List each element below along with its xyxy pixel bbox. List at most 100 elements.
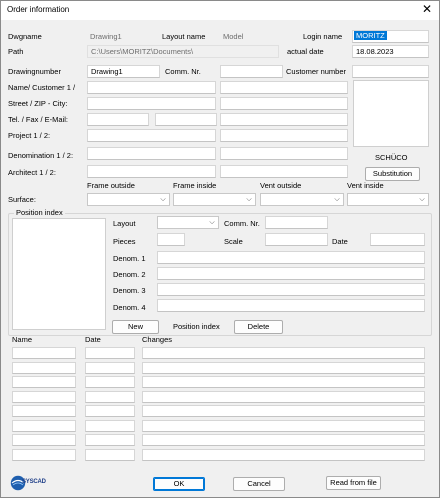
pieces-field[interactable] bbox=[157, 233, 185, 246]
login-field[interactable]: MORITZ bbox=[352, 30, 429, 43]
changes-name-cell[interactable] bbox=[12, 361, 76, 374]
vent-inside-label: Vent inside bbox=[347, 181, 384, 190]
changes-name-cell[interactable] bbox=[12, 405, 76, 417]
position-index-list[interactable] bbox=[12, 218, 106, 330]
denom3-field[interactable] bbox=[157, 283, 425, 296]
changes-name-cell[interactable] bbox=[12, 434, 76, 446]
surface-label: Surface: bbox=[8, 195, 36, 204]
vent-outside-label: Vent outside bbox=[260, 181, 302, 190]
denom2-field[interactable] bbox=[157, 267, 425, 280]
changes-date-cell[interactable] bbox=[85, 390, 135, 403]
changes-date-cell[interactable] bbox=[85, 376, 135, 388]
changes-date-header: Date bbox=[85, 335, 101, 344]
street-label: Street / ZIP - City: bbox=[8, 99, 68, 108]
changes-text-cell[interactable] bbox=[142, 376, 425, 388]
drawingnumber-label: Drawingnumber bbox=[8, 67, 61, 76]
project-label: Project 1 / 2: bbox=[8, 131, 51, 140]
changes-text-cell[interactable] bbox=[142, 448, 425, 461]
customernumber-label: Customer number bbox=[286, 67, 347, 76]
changes-date-cell[interactable] bbox=[85, 419, 135, 432]
zip-city-field[interactable] bbox=[220, 97, 348, 110]
changes-text-cell[interactable] bbox=[142, 361, 425, 374]
layoutname-field: Model bbox=[223, 32, 244, 41]
vent-inside-select[interactable]: ⌵ bbox=[347, 193, 429, 206]
vent-outside-select[interactable]: ⌵ bbox=[260, 193, 344, 206]
tel-field[interactable] bbox=[87, 113, 149, 126]
syscad-logo: SYSCAD bbox=[10, 475, 46, 491]
window-title: Order information bbox=[7, 5, 70, 14]
customernumber-field[interactable] bbox=[352, 65, 429, 78]
denom4-field[interactable] bbox=[157, 299, 425, 312]
denomination2-field[interactable] bbox=[220, 147, 348, 160]
close-icon[interactable]: ✕ bbox=[422, 1, 432, 17]
frame-outside-select[interactable]: ⌵ bbox=[87, 193, 170, 206]
changes-date-cell[interactable] bbox=[85, 347, 135, 359]
denom1-label: Denom. 1 bbox=[113, 254, 146, 263]
position-date-field[interactable] bbox=[370, 233, 425, 246]
changes-date-cell[interactable] bbox=[85, 361, 135, 374]
changes-text-cell[interactable] bbox=[142, 347, 425, 359]
path-label: Path bbox=[8, 47, 24, 56]
project1-field[interactable] bbox=[87, 129, 216, 142]
denom1-field[interactable] bbox=[157, 251, 425, 264]
pieces-label: Pieces bbox=[113, 237, 136, 246]
chevron-down-icon: ⌵ bbox=[160, 196, 166, 203]
drawingnumber-field[interactable]: Drawing1 bbox=[87, 65, 160, 78]
project2-field[interactable] bbox=[220, 129, 348, 142]
fax-field[interactable] bbox=[155, 113, 217, 126]
changes-text-cell[interactable] bbox=[142, 405, 425, 417]
architect-label: Architect 1 / 2: bbox=[8, 168, 56, 177]
denomination-label: Denomination 1 / 2: bbox=[8, 151, 74, 160]
changes-changes-header: Changes bbox=[142, 335, 173, 344]
changes-name-cell[interactable] bbox=[12, 376, 76, 388]
actualdate-label: actual date bbox=[287, 47, 324, 56]
changes-name-header: Name bbox=[12, 335, 33, 344]
chevron-down-icon: ⌵ bbox=[246, 196, 252, 203]
ok-button[interactable]: OK bbox=[153, 477, 205, 491]
changes-name-cell[interactable] bbox=[12, 347, 76, 359]
path-field: C:\Users\MORITZ\Documents\ bbox=[87, 45, 279, 58]
changes-name-cell[interactable] bbox=[12, 390, 76, 403]
frame-outside-label: Frame outside bbox=[87, 181, 135, 190]
position-commnr-field[interactable] bbox=[265, 216, 328, 229]
changes-name-cell[interactable] bbox=[12, 448, 76, 461]
position-index-title: Position index bbox=[14, 208, 65, 218]
denomination1-field[interactable] bbox=[87, 147, 216, 160]
cancel-button[interactable]: Cancel bbox=[233, 477, 285, 491]
date-label: Date bbox=[332, 237, 348, 246]
frame-inside-select[interactable]: ⌵ bbox=[173, 193, 256, 206]
architect2-field[interactable] bbox=[220, 165, 348, 178]
commnr-field[interactable] bbox=[220, 65, 283, 78]
login-value: MORITZ bbox=[354, 31, 387, 40]
changes-text-cell[interactable] bbox=[142, 434, 425, 446]
position-commnr-label: Comm. Nr. bbox=[224, 219, 260, 228]
delete-button[interactable]: Delete bbox=[234, 320, 283, 334]
name2-field[interactable] bbox=[220, 81, 348, 94]
changes-date-cell[interactable] bbox=[85, 434, 135, 446]
chevron-down-icon: ⌵ bbox=[209, 219, 215, 226]
layout-select[interactable]: ⌵ bbox=[157, 216, 219, 229]
login-label: Login name bbox=[303, 32, 343, 41]
scale-field[interactable] bbox=[265, 233, 328, 246]
layout-label: Layout bbox=[113, 219, 136, 228]
name1-field[interactable] bbox=[87, 81, 216, 94]
read-from-file-button[interactable]: Read from file bbox=[326, 476, 381, 490]
frame-inside-label: Frame inside bbox=[173, 181, 217, 190]
changes-date-cell[interactable] bbox=[85, 448, 135, 461]
new-button[interactable]: New bbox=[112, 320, 159, 334]
tel-label: Tel. / Fax / E-Mail: bbox=[8, 115, 69, 124]
changes-text-cell[interactable] bbox=[142, 390, 425, 403]
denom4-label: Denom. 4 bbox=[113, 303, 146, 312]
changes-date-cell[interactable] bbox=[85, 405, 135, 417]
actualdate-field[interactable]: 18.08.2023 bbox=[352, 45, 429, 58]
architect1-field[interactable] bbox=[87, 165, 216, 178]
changes-text-cell[interactable] bbox=[142, 419, 425, 432]
changes-name-cell[interactable] bbox=[12, 419, 76, 432]
title-bar: Order information ✕ bbox=[0, 0, 440, 20]
chevron-down-icon: ⌵ bbox=[419, 196, 425, 203]
email-field[interactable] bbox=[220, 113, 348, 126]
dwgname-label: Dwgname bbox=[8, 32, 42, 41]
substitution-button[interactable]: Substitution bbox=[365, 167, 420, 181]
street-field[interactable] bbox=[87, 97, 216, 110]
dwgname-field: Drawing1 bbox=[90, 32, 122, 41]
